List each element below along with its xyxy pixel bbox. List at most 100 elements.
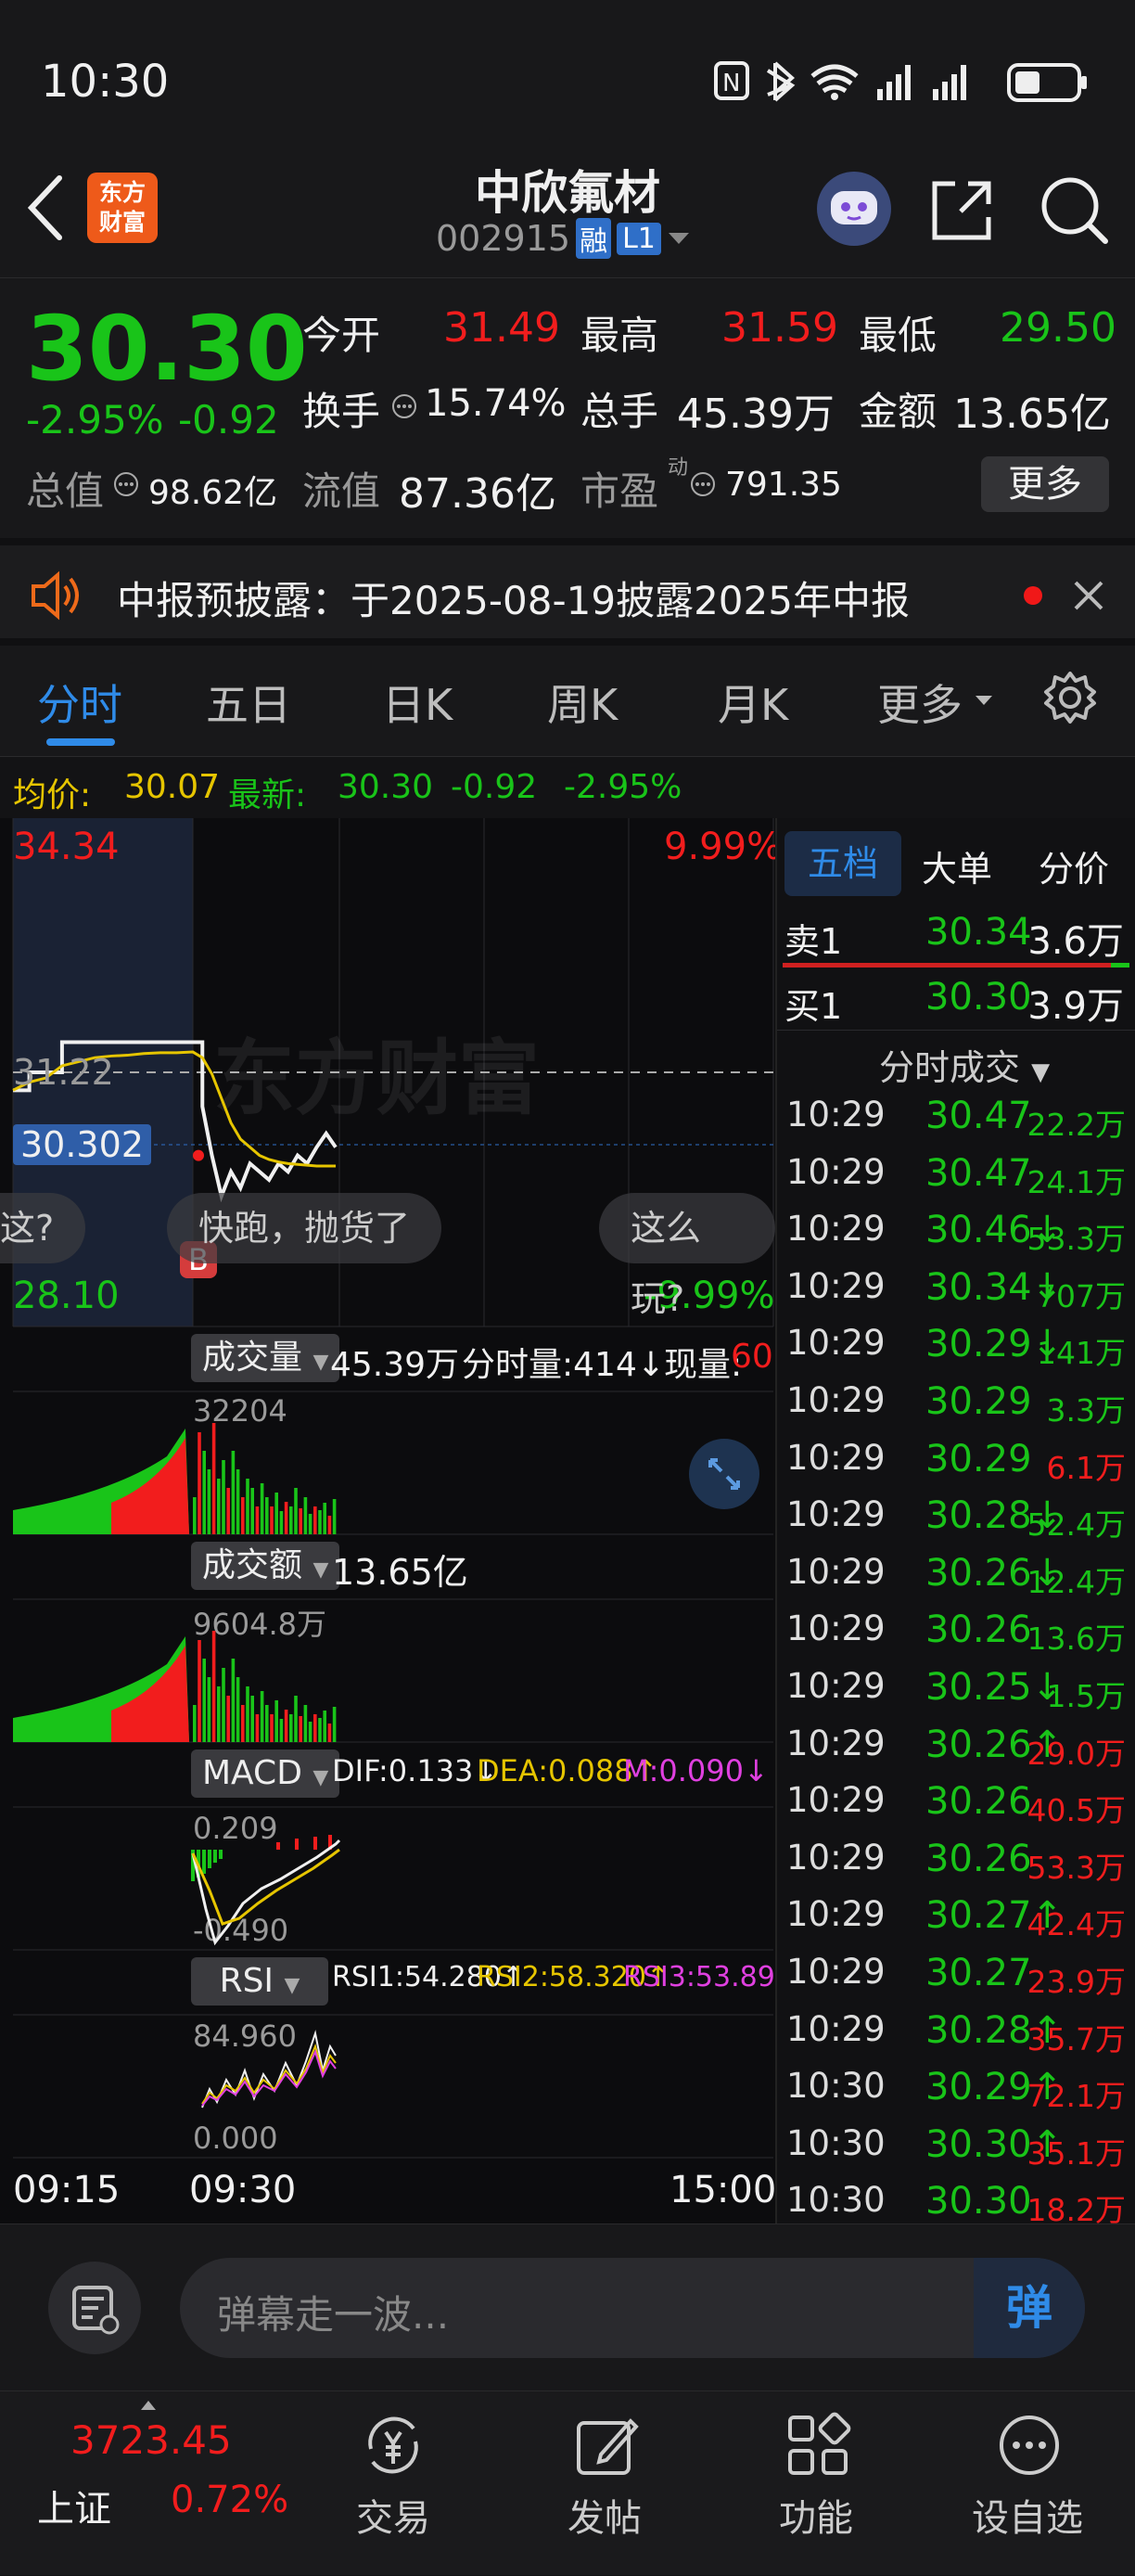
trade-time: 10:29: [786, 1380, 886, 1420]
stock-header: 东方 财富 中欣氟材 002915 融 L1: [0, 158, 1135, 278]
amount-bar: [270, 1714, 274, 1742]
amount-bar: [303, 1705, 308, 1742]
nav-functions[interactable]: 功能: [742, 2391, 890, 2576]
tab-more[interactable]: 更多: [877, 672, 963, 733]
close-icon[interactable]: [1070, 577, 1107, 614]
volume-bar: [246, 1479, 249, 1534]
trades-title-text: 分时成交: [879, 1047, 1021, 1088]
more-button[interactable]: 更多: [981, 456, 1109, 512]
trade-volume: 23.9万: [1027, 1964, 1126, 2000]
more-dots-icon: [1000, 2416, 1059, 2475]
trade-row: 10:29 30.26↑ 29.0万: [777, 1724, 1135, 1779]
edit-icon: [577, 2418, 639, 2475]
yuan-exchange-icon: [368, 2416, 418, 2474]
amount-indicator-selector[interactable]: 成交额 ▼: [191, 1542, 340, 1590]
macd-m: M:0.090↓: [623, 1753, 769, 1788]
order-book-panel: 五档 大单 分价 卖1 30.34 3.6万 买1 30.30 3.9万 分时成…: [775, 818, 1135, 2228]
trade-row: 10:29 30.26↓ 12.4万: [777, 1552, 1135, 1608]
trade-price: 30.29: [925, 1380, 1032, 1423]
level-badge: L1: [617, 222, 661, 255]
nav-watchlist[interactable]: 设自选: [953, 2391, 1102, 2576]
trade-list[interactable]: 10:29 30.47 22.2万 10:29 30.47 24.1万 10:29 30.46…: [777, 1095, 1135, 2228]
amount-bar: [323, 1711, 326, 1742]
tab-intraday[interactable]: 分时: [37, 672, 122, 733]
macd-chart: [191, 1835, 341, 1946]
amount-bar: [299, 1716, 302, 1742]
speaker-icon: [32, 570, 79, 621]
search-icon[interactable]: [1037, 173, 1111, 247]
wifi-icon: [810, 64, 859, 100]
trade-point: [193, 1149, 204, 1161]
float-label: 流值: [302, 468, 381, 514]
tab-big-orders[interactable]: 大单: [922, 840, 992, 891]
axis-top-price: 34.34: [13, 826, 120, 868]
tab-monthly-k[interactable]: 月K: [718, 672, 788, 733]
nav-trade-label: 交易: [356, 2497, 430, 2540]
trade-time: 10:29: [786, 1323, 886, 1364]
volume-bar: [202, 1451, 206, 1534]
trade-time: 10:29: [786, 1265, 886, 1306]
tab-weekly-k[interactable]: 周K: [547, 672, 618, 733]
trade-volume: 707万: [1037, 1277, 1126, 1314]
trade-volume: 22.2万: [1027, 1107, 1126, 1143]
info-icon[interactable]: [690, 471, 716, 497]
index-pct: 0.72%: [171, 2479, 289, 2521]
intraday-chart[interactable]: 东方财富 34.34 9.99% 31.22 30.302 28.10 -9.9…: [0, 818, 816, 2224]
trade-row: 10:29 30.26 40.5万: [777, 1780, 1135, 1836]
gear-icon[interactable]: [1042, 670, 1098, 725]
latest-change-pct: -2.95%: [564, 768, 682, 806]
expand-icon[interactable]: [688, 1438, 760, 1510]
rsi-indicator-selector[interactable]: RSI ▼: [191, 1957, 328, 2006]
trades-title[interactable]: 分时成交 ▼: [879, 1039, 1050, 1090]
nav-trade[interactable]: 交易: [319, 2391, 467, 2576]
volume-bar: [265, 1497, 269, 1534]
trade-volume: 12.4万: [1027, 1563, 1126, 1600]
info-icon[interactable]: [113, 471, 139, 497]
status-icons: N: [714, 61, 1087, 102]
volume-bar: [327, 1516, 332, 1534]
tab-5day[interactable]: 五日: [206, 672, 291, 733]
amount-value: 13.65亿: [953, 391, 1111, 438]
trade-volume: 52.4万: [1027, 1506, 1126, 1544]
status-time: 10:30: [41, 56, 170, 108]
trade-price: 30.25↓: [925, 1666, 1064, 1709]
notice-bar[interactable]: 中报预披露：于2025-08-19披露2025年中报: [0, 538, 1135, 646]
turnover-value: 15.74%: [425, 382, 567, 425]
amount-label: 成交额: [202, 1546, 303, 1584]
amount-bar: [327, 1724, 332, 1742]
macd-indicator-selector[interactable]: MACD ▼: [191, 1749, 340, 1798]
stock-code-row[interactable]: 002915 融 L1: [436, 217, 691, 260]
volume-bar: [294, 1488, 298, 1534]
float-value: 87.36亿: [399, 470, 556, 518]
nav-post[interactable]: 发帖: [530, 2391, 679, 2576]
tab-daily-k[interactable]: 日K: [382, 672, 453, 733]
nav-functions-label: 功能: [779, 2497, 853, 2540]
volume-bar: [255, 1506, 260, 1534]
tab-price-dist[interactable]: 分价: [1039, 840, 1109, 891]
trade-volume: 35.1万: [1027, 2134, 1126, 2172]
trade-volume: 53.3万: [1027, 1849, 1126, 1886]
period-tabs: 分时 五日 日K 周K 月K 更多: [0, 646, 1135, 757]
volume-indicator-selector[interactable]: 成交量 ▼: [191, 1334, 340, 1382]
info-icon[interactable]: [391, 393, 417, 419]
trade-row: 10:29 30.34↓ 707万: [777, 1266, 1135, 1322]
assistant-robot-icon[interactable]: [812, 167, 896, 250]
share-icon[interactable]: [927, 174, 998, 245]
volume-bar: [299, 1508, 302, 1534]
danmaku-toggle-icon[interactable]: [46, 2260, 143, 2356]
trade-row: 10:29 30.29 3.3万: [777, 1380, 1135, 1436]
danmaku-input[interactable]: 弹幕走一波... 弹: [180, 2258, 1085, 2358]
sell1-volume: 3.6万: [1027, 920, 1124, 963]
trade-time: 10:29: [786, 1209, 886, 1250]
trade-row: 10:29 30.26 53.3万: [777, 1838, 1135, 1893]
ref-price: 31.22: [13, 1052, 114, 1093]
avg-label: 均价:: [13, 776, 92, 814]
high-label: 最高: [580, 313, 659, 358]
tab-five-levels[interactable]: 五档: [784, 831, 901, 896]
volume-label: 总手: [580, 389, 659, 434]
trade-row: 10:30 30.30↑ 35.1万: [777, 2123, 1135, 2179]
index-ticker[interactable]: 3723.45 上证 0.72%: [0, 2391, 288, 2576]
trade-time: 10:29: [786, 1095, 886, 1134]
danmaku-send-button[interactable]: 弹: [974, 2258, 1085, 2358]
macd-label: MACD: [202, 1754, 302, 1792]
